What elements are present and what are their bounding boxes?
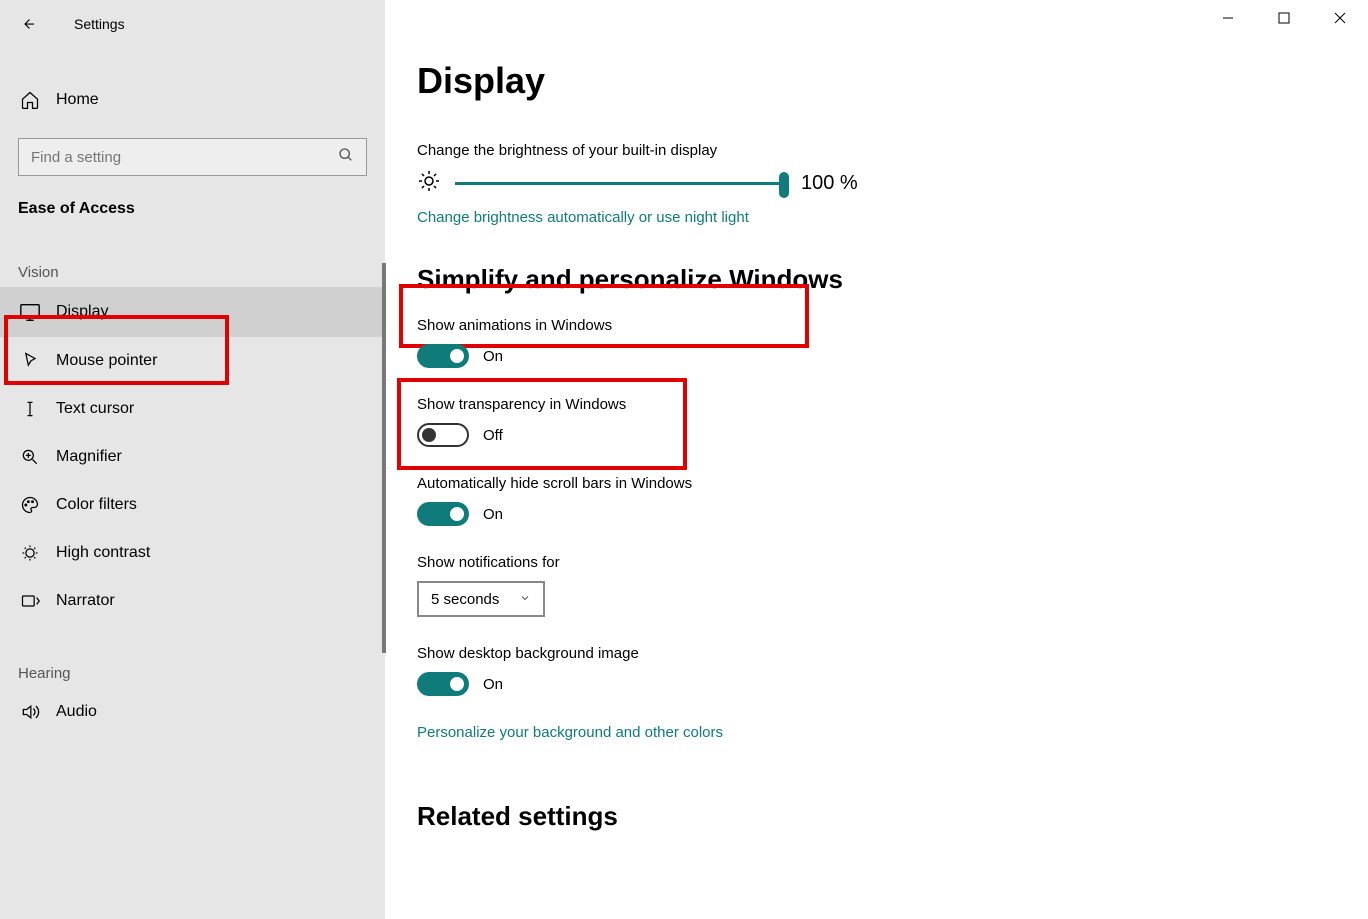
text-cursor-icon [18,399,42,419]
home-icon [18,90,42,110]
chevron-down-icon [519,591,531,608]
sidebar: Settings Home Ease of Access Vision Disp… [0,0,385,919]
brightness-label: Change the brightness of your built-in d… [417,142,1368,159]
group-label-hearing: Hearing [0,625,385,688]
back-button[interactable] [18,14,38,34]
notifications-label: Show notifications for [417,554,1368,571]
brightness-link[interactable]: Change brightness automatically or use n… [417,209,749,226]
nav-label: Audio [56,703,97,721]
main-content: Display Change the brightness of your bu… [385,0,1368,919]
category-title: Ease of Access [0,176,385,224]
brightness-slider[interactable] [455,182,785,185]
scrollbars-label: Automatically hide scroll bars in Window… [417,475,1368,492]
nav-label: Text cursor [56,400,134,418]
desktop-bg-block: Show desktop background image On [417,645,1368,696]
section-simplify-title: Simplify and personalize Windows [417,264,1368,295]
narrator-icon [18,591,42,611]
nav-item-magnifier[interactable]: Magnifier [0,433,385,481]
related-settings-title: Related settings [417,801,1368,832]
toggle-state: On [483,348,503,365]
toggle-state: Off [483,427,503,444]
transparency-label: Show transparency in Windows [417,396,1368,413]
scrollbars-toggle[interactable] [417,502,469,526]
search-icon [338,147,354,167]
nav-item-audio[interactable]: Audio [0,688,385,736]
nav-label: Color filters [56,496,137,514]
search-box[interactable] [18,138,367,176]
close-button[interactable] [1312,0,1368,36]
pointer-icon [18,351,42,371]
notifications-dropdown[interactable]: 5 seconds [417,581,545,617]
scrollbars-block: Automatically hide scroll bars in Window… [417,475,1368,526]
window-controls [1200,0,1368,36]
titlebar: Settings [0,0,385,48]
nav-item-color-filters[interactable]: Color filters [0,481,385,529]
page-title: Display [417,60,1368,102]
speaker-icon [18,702,42,722]
sun-icon [417,169,441,197]
nav-item-high-contrast[interactable]: High contrast [0,529,385,577]
animations-label: Show animations in Windows [417,317,1368,334]
group-label-vision: Vision [0,224,385,287]
transparency-toggle[interactable] [417,423,469,447]
dropdown-value: 5 seconds [431,591,499,608]
toggle-state: On [483,506,503,523]
home-nav[interactable]: Home [0,78,385,122]
nav-item-text-cursor[interactable]: Text cursor [0,385,385,433]
nav-label: Mouse pointer [56,352,157,370]
brightness-value: 100 % [801,172,858,195]
slider-thumb[interactable] [779,172,789,198]
notifications-block: Show notifications for 5 seconds [417,554,1368,617]
nav-label: Magnifier [56,448,122,466]
search-input[interactable] [31,149,338,166]
toggle-state: On [483,676,503,693]
minimize-button[interactable] [1200,0,1256,36]
nav-item-mouse-pointer[interactable]: Mouse pointer [0,337,385,385]
home-label: Home [56,91,99,109]
nav-item-display[interactable]: Display [0,287,385,337]
nav-label: Display [56,303,108,321]
monitor-icon [18,301,42,323]
palette-icon [18,495,42,515]
scroll-indicator [382,263,386,653]
desktop-bg-label: Show desktop background image [417,645,1368,662]
contrast-icon [18,543,42,563]
transparency-block: Show transparency in Windows Off [417,396,1368,447]
maximize-button[interactable] [1256,0,1312,36]
personalize-link[interactable]: Personalize your background and other co… [417,724,723,741]
desktop-bg-toggle[interactable] [417,672,469,696]
animations-toggle[interactable] [417,344,469,368]
animations-block: Show animations in Windows On [417,317,1368,368]
window-title: Settings [74,16,125,32]
nav-item-narrator[interactable]: Narrator [0,577,385,625]
nav-label: High contrast [56,544,150,562]
brightness-control: 100 % [417,169,1368,197]
nav-label: Narrator [56,592,115,610]
magnifier-icon [18,447,42,467]
